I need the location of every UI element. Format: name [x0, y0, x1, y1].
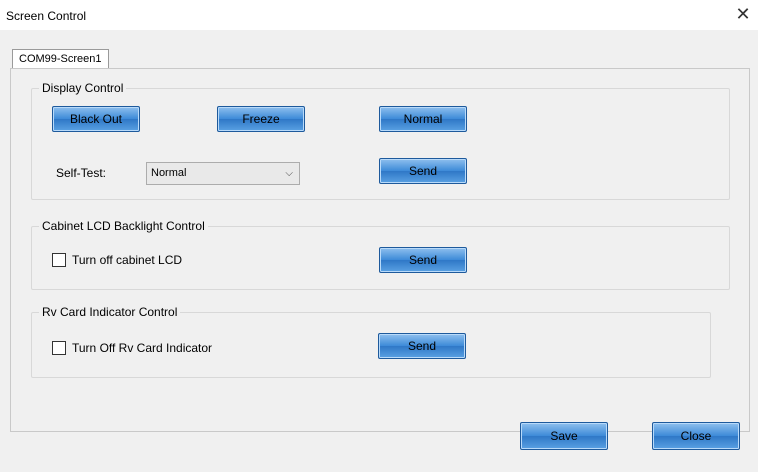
tab-panel: Display Control Black Out Freeze Normal … [10, 68, 750, 432]
dialog-body: COM99-Screen1 Display Control Black Out … [0, 30, 758, 472]
tab-com99-screen1[interactable]: COM99-Screen1 [12, 49, 109, 68]
black-out-button[interactable]: Black Out [52, 106, 140, 132]
chevron-down-icon: ⌵ [285, 168, 293, 179]
save-button[interactable]: Save [520, 422, 608, 450]
self-test-value: Normal [151, 167, 187, 179]
self-test-send-button[interactable]: Send [379, 158, 467, 184]
close-button[interactable]: Close [652, 422, 740, 450]
display-control-legend: Display Control [39, 81, 127, 95]
turn-off-rv-card-checkbox[interactable] [52, 341, 66, 355]
self-test-select[interactable]: Normal ⌵ [146, 162, 300, 185]
cabinet-lcd-send-button[interactable]: Send [379, 247, 467, 273]
normal-button[interactable]: Normal [379, 106, 467, 132]
window-title: Screen Control [6, 9, 87, 23]
close-icon[interactable]: ✕ [732, 4, 754, 26]
cabinet-lcd-legend: Cabinet LCD Backlight Control [39, 219, 208, 233]
turn-off-cabinet-lcd-checkbox[interactable] [52, 253, 66, 267]
freeze-button[interactable]: Freeze [217, 106, 305, 132]
rv-card-legend: Rv Card Indicator Control [39, 305, 181, 319]
turn-off-rv-card-label[interactable]: Turn Off Rv Card Indicator [72, 341, 212, 355]
rv-card-send-button[interactable]: Send [378, 333, 466, 359]
self-test-label: Self-Test: [56, 166, 107, 180]
title-bar: Screen Control ✕ [0, 0, 758, 30]
turn-off-cabinet-lcd-label[interactable]: Turn off cabinet LCD [72, 253, 182, 267]
